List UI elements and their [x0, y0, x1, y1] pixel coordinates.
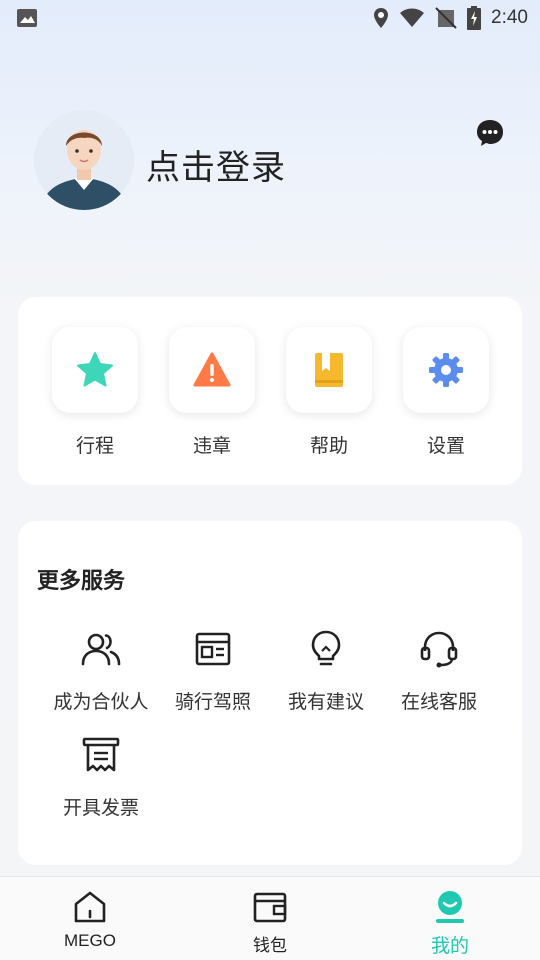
nav-label: 我的 [430, 936, 469, 957]
quick-action-help[interactable]: 帮助 [285, 327, 373, 458]
quick-tile [403, 327, 489, 413]
home-icon [74, 891, 106, 923]
headset-icon [420, 631, 458, 668]
nav-item-mine[interactable]: 我的 [390, 889, 510, 958]
star-icon [77, 352, 113, 387]
service-riding-license[interactable]: 骑行驾照 [148, 629, 278, 714]
invoice-icon [82, 737, 120, 772]
battery-icon [467, 6, 482, 30]
status-time: 2:40 [491, 7, 528, 28]
message-icon[interactable] [475, 118, 505, 148]
quick-action-violations[interactable]: 违章 [168, 327, 256, 458]
users-icon [81, 633, 121, 666]
nav-item-mego[interactable]: MEGO [30, 889, 150, 951]
book-icon [315, 353, 343, 387]
service-label: 在线客服 [400, 691, 477, 713]
quick-tile [52, 327, 138, 413]
wifi-icon [400, 8, 425, 27]
avatar-illustration [34, 110, 134, 210]
service-label: 开具发票 [62, 797, 139, 819]
quick-actions-card: 行程 违章 帮助 设置 [18, 297, 522, 485]
service-label: 骑行驾照 [174, 691, 251, 713]
signal-off-icon [435, 7, 457, 29]
section-title: 更多服务 [37, 569, 126, 594]
quick-action-trips[interactable]: 行程 [51, 327, 139, 458]
quick-action-settings[interactable]: 设置 [402, 327, 490, 458]
nav-label: MEGO [64, 931, 116, 950]
wallet-icon [253, 892, 287, 923]
nav-item-wallet[interactable]: 钱包 [210, 889, 330, 956]
more-services-card: 更多服务 成为合伙人 骑行驾照 我有建议 在线客服 开具发票 [18, 521, 522, 865]
gallery-notification-icon [17, 9, 37, 27]
profile-icon [436, 891, 464, 923]
quick-tile [286, 327, 372, 413]
quick-action-label: 违章 [192, 435, 231, 457]
warning-icon [193, 352, 231, 387]
gear-icon [429, 353, 463, 387]
service-label: 成为合伙人 [53, 691, 149, 713]
quick-action-label: 行程 [75, 435, 114, 457]
quick-action-label: 设置 [426, 435, 465, 457]
avatar[interactable] [34, 110, 134, 210]
bottom-nav: MEGO 钱包 我的 [0, 876, 540, 960]
service-label: 我有建议 [287, 691, 364, 713]
service-issue-invoice[interactable]: 开具发票 [36, 735, 166, 820]
nav-label: 钱包 [253, 936, 287, 955]
service-online-support[interactable]: 在线客服 [374, 629, 504, 714]
service-become-partner[interactable]: 成为合伙人 [36, 629, 166, 714]
quick-action-label: 帮助 [309, 435, 348, 457]
lightbulb-icon [311, 630, 341, 666]
status-bar: 2:40 [0, 0, 540, 36]
login-prompt[interactable]: 点击登录 [146, 140, 286, 189]
quick-tile [169, 327, 255, 413]
license-icon [195, 632, 231, 666]
service-suggestions[interactable]: 我有建议 [261, 629, 391, 714]
location-icon [374, 8, 389, 28]
